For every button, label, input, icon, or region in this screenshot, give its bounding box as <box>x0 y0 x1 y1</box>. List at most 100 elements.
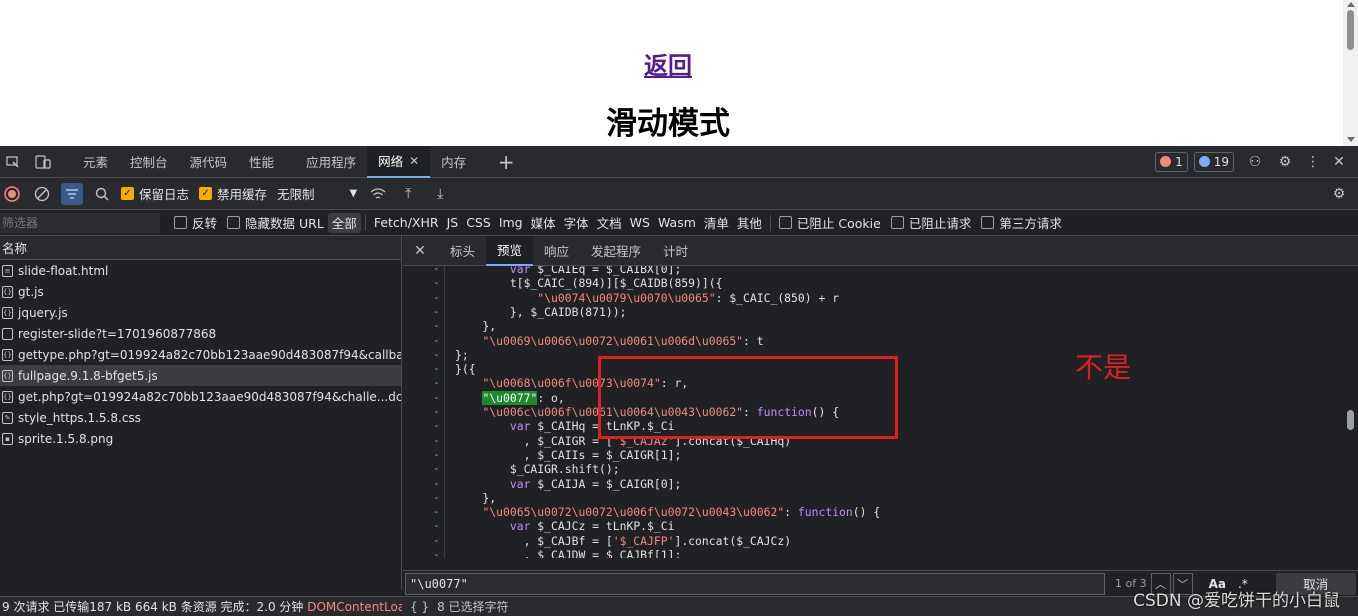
tab-network[interactable]: 网络 ✕ <box>367 145 431 178</box>
back-link[interactable]: 返回 <box>0 46 1336 81</box>
invert-label: 反转 <box>192 216 218 231</box>
tab-preview[interactable]: 预览 <box>486 235 534 266</box>
network-summary: 9 次请求 已传输187 kB 664 kB 条资源 完成：2.0 分钟 DOM… <box>0 598 402 615</box>
tab-headers[interactable]: 标头 <box>439 236 486 266</box>
page-scrollbar[interactable] <box>1343 0 1358 146</box>
tab-sources[interactable]: 源代码 <box>179 146 239 178</box>
filter-type-doc[interactable]: 文档 <box>593 213 626 233</box>
web-page: 返回 滑动模式 <box>0 0 1358 146</box>
close-preview-icon[interactable]: ✕ <box>409 240 431 262</box>
page-heading: 滑动模式 <box>606 106 730 142</box>
stylesheet-icon: ✎ <box>2 411 13 424</box>
network-settings-icon[interactable]: ⚙ <box>1328 183 1350 205</box>
request-row[interactable]: ▪ sprite.1.5.8.png <box>0 428 401 449</box>
tab-response[interactable]: 响应 <box>533 236 580 266</box>
tab-elements[interactable]: 元素 <box>72 146 119 178</box>
network-conditions-icon[interactable] <box>367 183 389 205</box>
checkbox-unchecked-icon <box>778 216 792 229</box>
devtools-panel: 元素 控制台 源代码 性能 应用程序 网络 ✕ 内存 + 1 19 ⚇ ⚙ ⋮ … <box>0 145 1358 616</box>
scroll-up-arrow-icon[interactable] <box>1347 2 1355 7</box>
gutter-marker: - <box>433 419 440 433</box>
gutter-marker: - <box>433 405 440 418</box>
preserve-log-label: 保留日志 <box>139 187 190 202</box>
filter-type-all[interactable]: 全部 <box>327 212 361 233</box>
tab-initiator[interactable]: 发起程序 <box>580 236 652 266</box>
throttle-select[interactable]: 无限制 ▼ <box>277 184 357 203</box>
settings-gear-icon[interactable]: ⚙ <box>1274 151 1296 173</box>
pretty-print-icon[interactable]: { } <box>410 600 429 614</box>
add-tab-icon[interactable]: + <box>495 150 517 174</box>
request-name: gt.js <box>18 284 44 299</box>
tab-memory[interactable]: 内存 <box>430 146 477 178</box>
search-input[interactable] <box>405 572 1105 595</box>
name-column-header[interactable]: 名称 <box>0 236 401 260</box>
code-viewer[interactable]: --------------------- var $_CAIEq = $_CA… <box>403 266 1358 558</box>
request-row[interactable]: register-slide?t=1701960877868 <box>0 323 401 344</box>
tab-timing[interactable]: 计时 <box>652 236 699 266</box>
invert-checkbox[interactable]: 反转 <box>174 213 217 232</box>
more-options-icon[interactable]: ⋮ <box>1302 151 1324 173</box>
clear-icon[interactable] <box>31 183 53 205</box>
filter-type-css[interactable]: CSS <box>462 213 495 233</box>
annotation-red-box <box>598 356 898 439</box>
filter-type-manifest[interactable]: 清单 <box>700 213 733 233</box>
code-line: var $_CAIEq = $_CAIBX[0]; <box>509 266 682 276</box>
page-scroll-thumb[interactable] <box>1347 10 1354 50</box>
script-icon: {} <box>2 285 13 298</box>
code-line: , $_CAIIs = $_CAIGR[1]; <box>455 447 682 462</box>
disable-cache-checkbox[interactable]: ✓ 禁用缓存 <box>199 184 267 203</box>
scroll-down-arrow-icon[interactable] <box>1347 137 1355 142</box>
close-devtools-icon[interactable]: ✕ <box>1328 151 1350 173</box>
export-har-icon[interactable]: ⤓ <box>429 183 451 205</box>
request-list: 名称 ≡ slide-float.html {} gt.js {} jquery… <box>0 236 402 590</box>
request-row-selected[interactable]: {} fullpage.9.1.8-bfget5.js <box>0 365 401 386</box>
code-scroll-thumb[interactable] <box>1347 410 1354 430</box>
message-badge[interactable]: 19 <box>1193 151 1234 172</box>
preserve-log-checkbox[interactable]: ✓ 保留日志 <box>121 184 189 203</box>
request-row[interactable]: {} jquery.js <box>0 302 401 323</box>
filter-type-js[interactable]: JS <box>443 213 463 233</box>
filter-icon[interactable] <box>61 182 83 205</box>
disable-cache-label: 禁用缓存 <box>217 187 268 202</box>
tab-application[interactable]: 应用程序 <box>295 146 367 178</box>
filter-type-wasm[interactable]: Wasm <box>654 213 700 233</box>
dropdown-arrow-icon: ▼ <box>349 188 358 199</box>
close-tab-icon[interactable]: ✕ <box>409 154 419 168</box>
blocked-cookies-checkbox[interactable]: 已阻止 Cookie <box>778 213 881 232</box>
filter-type-other[interactable]: 其他 <box>733 213 766 233</box>
device-toolbar-icon[interactable] <box>32 151 54 173</box>
request-row[interactable]: {} get.php?gt=019924a82c70bb123aae90d483… <box>0 386 401 407</box>
request-row[interactable]: ≡ slide-float.html <box>0 260 401 281</box>
filter-type-media[interactable]: 媒体 <box>527 213 560 233</box>
blocked-requests-checkbox[interactable]: 已阻止请求 <box>890 213 972 232</box>
divider <box>364 214 366 231</box>
import-har-icon[interactable]: ⤒ <box>397 183 419 205</box>
filter-type-fetch-xhr[interactable]: Fetch/XHR <box>370 213 443 233</box>
tab-console[interactable]: 控制台 <box>119 146 179 178</box>
filter-type-img[interactable]: Img <box>495 213 527 233</box>
remote-devices-icon[interactable]: ⚇ <box>1244 151 1266 173</box>
gutter-marker: - <box>433 266 440 275</box>
gutter-marker: - <box>433 319 440 333</box>
code-scrollbar[interactable] <box>1344 266 1356 558</box>
gutter-marker: - <box>433 362 440 376</box>
filter-input[interactable] <box>0 212 160 233</box>
request-name: get.php?gt=019924a82c70bb123aae90d483087… <box>18 389 401 404</box>
search-icon[interactable] <box>91 183 113 205</box>
checkbox-unchecked-icon <box>174 216 187 229</box>
checkbox-unchecked-icon <box>227 216 241 229</box>
tab-performance[interactable]: 性能 <box>238 146 285 178</box>
code-line: "\u0069\u0066\u0072\u0061\u006d\u0065": … <box>482 333 764 348</box>
blocked-requests-label: 已阻止请求 <box>908 216 972 231</box>
filter-type-ws[interactable]: WS <box>626 213 654 233</box>
inspect-element-icon[interactable] <box>2 151 24 173</box>
error-badge[interactable]: 1 <box>1155 151 1188 172</box>
third-party-checkbox[interactable]: 第三方请求 <box>981 213 1062 232</box>
record-stop-icon[interactable] <box>1 183 23 205</box>
request-row[interactable]: ✎ style_https.1.5.8.css <box>0 407 401 428</box>
request-row[interactable]: {} gettype.php?gt=019924a82c70bb123aae90… <box>0 344 401 365</box>
request-row[interactable]: {} gt.js <box>0 281 401 302</box>
filter-type-font[interactable]: 字体 <box>560 213 593 233</box>
hide-data-urls-checkbox[interactable]: 隐藏数据 URL <box>227 213 324 232</box>
image-icon: ▪ <box>2 432 13 445</box>
